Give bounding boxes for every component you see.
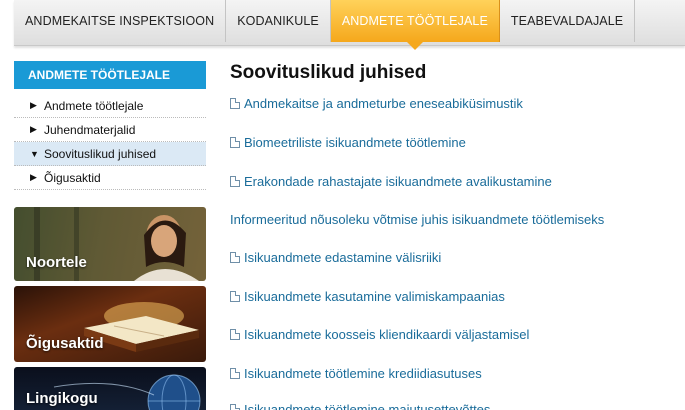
sidebar-item-label: Juhendmaterjalid [44,122,136,137]
top-navigation: ANDMEKAITSE INSPEKTSIOON KODANIKULE ANDM… [14,0,685,50]
sidebar-item-soovituslikud-juhised[interactable]: ▼ Soovituslikud juhised [14,142,206,166]
banner-label: Noortele [26,254,87,271]
tab-andmete-tootlejale[interactable]: ANDMETE TÖÖTLEJALE [330,0,500,50]
guideline-link[interactable]: Isikuandmete töötlemine krediidiasutuses [230,366,482,381]
arrow-down-icon: ▼ [30,148,39,159]
sidebar-item-label: Andmete töötlejale [44,98,144,113]
link-label: Andmekaitse ja andmeturbe eneseabiküsimu… [244,96,523,111]
document-icon [230,252,240,263]
link-label: Isikuandmete kasutamine valimiskampaania… [244,289,505,304]
link-label: Informeeritud nõusoleku võtmise juhis is… [230,212,605,227]
link-label: Isikuandmete koosseis kliendikaardi välj… [244,327,530,342]
document-icon [230,368,240,379]
page-title: Soovituslikud juhised [230,62,427,83]
link-label: Isikuandmete töötlemine maiutusettevõtte… [244,402,491,410]
sidebar-menu: ▶ Andmete töötlejale ▶ Juhendmaterjalid … [14,94,206,190]
tab-andmekaitse-inspektsioon[interactable]: ANDMEKAITSE INSPEKTSIOON [14,0,227,42]
document-icon [230,329,240,340]
link-label: Isikuandmete edastamine välisriiki [244,250,442,265]
arrow-right-icon: ▶ [30,124,37,134]
document-icon [230,404,240,410]
document-icon [230,176,240,187]
guideline-link[interactable]: Informeeritud nõusoleku võtmise juhis is… [230,212,604,227]
arrow-right-icon: ▶ [30,172,37,182]
banner-label: Lingikogu [26,390,98,407]
document-icon [230,137,240,148]
link-label: Isikuandmete töötlemine krediidiasutuses [244,366,482,381]
link-label: Biomeetriliste isikuandmete töötlemine [244,135,466,150]
banner-label: Õigusaktid [26,335,104,352]
sidebar-item-label: Õigusaktid [44,170,101,185]
sidebar-item-oigusaktid[interactable]: ▶ Õigusaktid [14,166,206,190]
guideline-link[interactable]: Isikuandmete edastamine välisriiki [230,250,441,265]
tab-teabevaldajale[interactable]: TEABEVALDAJALE [500,0,636,42]
guideline-link[interactable]: Andmekaitse ja andmeturbe eneseabiküsimu… [230,96,523,111]
link-label: Erakondade rahastajate isikuandmete aval… [244,174,552,189]
document-icon [230,291,240,302]
guideline-link[interactable]: Isikuandmete kasutamine valimiskampaania… [230,289,505,304]
sidebar-item-juhendmaterjalid[interactable]: ▶ Juhendmaterjalid [14,118,206,142]
sidebar-item-label: Soovituslikud juhised [44,146,157,161]
banner-lingikogu[interactable]: Lingikogu [14,367,206,410]
arrow-right-icon: ▶ [30,100,37,110]
guideline-link[interactable]: Biomeetriliste isikuandmete töötlemine [230,135,466,150]
tab-kodanikule[interactable]: KODANIKULE [226,0,331,42]
guideline-link[interactable]: Isikuandmete töötlemine maiutusettevõtte… [230,402,490,410]
guideline-link[interactable]: Isikuandmete koosseis kliendikaardi välj… [230,327,529,342]
banner-noortele[interactable]: Noortele [14,207,206,281]
sidebar-title: ANDMETE TÖÖTLEJALE [14,61,206,89]
document-icon [230,98,240,109]
guideline-link[interactable]: Erakondade rahastajate isikuandmete aval… [230,174,552,189]
sidebar-item-andmete-tootlejale[interactable]: ▶ Andmete töötlejale [14,94,206,118]
banner-oigusaktid[interactable]: Õigusaktid [14,286,206,362]
